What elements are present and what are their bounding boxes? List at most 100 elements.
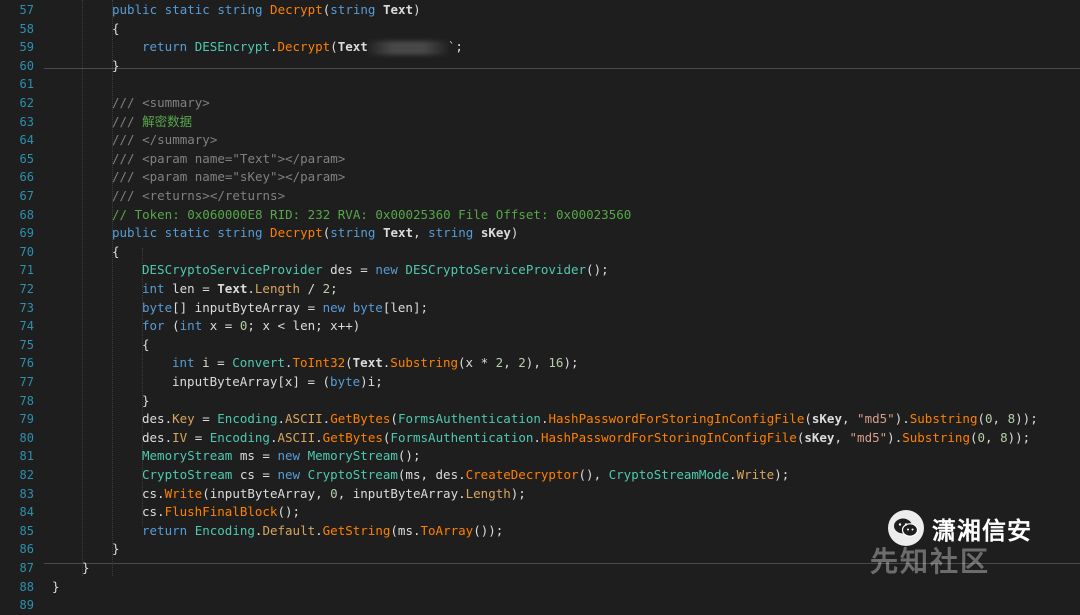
code-token: = xyxy=(187,429,210,445)
code-line[interactable]: 76 int i = Convert.ToInt32(Text.Substring… xyxy=(0,354,1080,373)
code-token: GetBytes xyxy=(322,429,383,445)
code-token: HashPasswordForStoringInConfigFile xyxy=(540,429,797,445)
code-token: ); xyxy=(510,485,526,501)
code-token: . xyxy=(269,429,278,445)
code-line[interactable]: 83 cs.Write(inputByteArray, 0, inputByteA… xyxy=(0,485,1080,504)
code-token: Text xyxy=(382,2,414,17)
code-token: Decrypt xyxy=(270,225,323,241)
code-line[interactable]: 61 xyxy=(0,75,1080,94)
code-token: return xyxy=(142,522,195,538)
code-token: ; xyxy=(330,281,338,296)
code-text: /// <summary> xyxy=(112,94,210,113)
code-token: inputByteArray[x] = ( xyxy=(172,374,331,389)
code-line[interactable]: 60} xyxy=(0,57,1080,76)
code-token: (x * xyxy=(458,355,496,371)
code-token: ()); xyxy=(473,522,504,538)
code-token: = xyxy=(194,411,218,427)
line-number: 73 xyxy=(19,300,34,315)
code-line[interactable]: 89 xyxy=(0,596,1080,615)
code-line[interactable]: 66 /// <param name="sKey"></param> xyxy=(0,168,1080,187)
code-token: Text xyxy=(352,355,383,371)
code-text: cs.FlushFinalBlock(); xyxy=(142,503,300,522)
code-token: DESEncrypt xyxy=(194,39,270,55)
code-line[interactable]: 64 /// </summary> xyxy=(0,131,1080,150)
code-token: } xyxy=(112,57,120,73)
code-token: 2 xyxy=(518,355,526,371)
code-token: /// <returns></returns> xyxy=(112,188,286,203)
code-token: Encoding xyxy=(217,411,278,427)
code-token: ). xyxy=(887,429,903,445)
code-token: IV xyxy=(172,429,188,445)
code-token: // Token: 0x060000E8 RID: 232 RVA: 0x000… xyxy=(112,206,632,222)
code-token: int xyxy=(142,281,165,296)
code-token: Substring xyxy=(909,411,978,427)
code-line[interactable]: 59 return DESEncrypt.Decrypt(Text `; xyxy=(0,38,1080,57)
code-token: ToArray xyxy=(420,522,474,538)
code-token: ToInt32 xyxy=(292,355,346,371)
code-token: Decrypt xyxy=(270,2,323,17)
code-token: new byte xyxy=(322,299,383,315)
code-token: ); xyxy=(563,355,579,371)
code-line[interactable]: 65 /// <param name="Text"></param> xyxy=(0,150,1080,169)
code-editor[interactable]: 57 public static string Decrypt(string Te… xyxy=(0,0,1080,612)
code-token: DESCryptoServiceProvider xyxy=(405,262,587,278)
line-number: 77 xyxy=(19,375,34,389)
code-token: ( xyxy=(977,411,986,427)
code-token: . xyxy=(277,411,286,427)
code-token: , xyxy=(503,355,519,371)
code-line[interactable]: 78} xyxy=(0,392,1080,411)
code-text: des.Key = Encoding.ASCII.GetBytes(FormsA… xyxy=(142,410,1038,429)
code-line[interactable]: 71 DESCryptoServiceProvider des = new DES… xyxy=(0,261,1080,280)
code-token: 8 xyxy=(1007,411,1016,427)
code-token: / xyxy=(300,281,323,296)
code-text: { xyxy=(142,336,150,355)
code-token: ( xyxy=(172,318,180,334)
code-line[interactable]: 72 int len = Text.Length / 2; xyxy=(0,280,1080,299)
code-line[interactable]: 63 /// 解密数据 xyxy=(0,113,1080,132)
code-token: CryptoStreamMode xyxy=(608,467,730,482)
code-token: public static string xyxy=(112,225,271,241)
code-line[interactable]: 57 public static string Decrypt(string Te… xyxy=(0,1,1080,20)
code-line[interactable]: 62 /// <summary> xyxy=(0,94,1080,113)
code-token: Text xyxy=(217,281,248,296)
line-number: 82 xyxy=(19,468,34,482)
code-line[interactable]: 77 inputByteArray[x] = (byte)i; xyxy=(0,373,1080,392)
code-text: DESCryptoServiceProvider des = new DESCr… xyxy=(142,261,609,280)
code-token: Key xyxy=(172,411,195,427)
code-line[interactable]: 68 // Token: 0x060000E8 RID: 232 RVA: 0x0… xyxy=(0,206,1080,225)
code-line[interactable]: 74 for (int x = 0; x < len; x++) xyxy=(0,317,1080,336)
code-token: Length xyxy=(465,485,511,501)
code-line[interactable]: 88} xyxy=(0,578,1080,597)
code-token: [len]; xyxy=(382,299,428,315)
code-token: ) xyxy=(510,225,519,241)
code-token: (), xyxy=(578,467,609,482)
line-number: 64 xyxy=(19,133,34,148)
code-line[interactable]: 69 public static string Decrypt(string Te… xyxy=(0,224,1080,243)
code-token: } xyxy=(112,541,120,557)
code-line[interactable]: 82 CryptoStream cs = new CryptoStream(ms,… xyxy=(0,466,1080,485)
code-token: ( xyxy=(330,39,338,55)
code-token: ) xyxy=(413,2,421,17)
code-line[interactable]: 81 MemoryStream ms = new MemoryStream(); xyxy=(0,447,1080,466)
code-token: /// <summary> xyxy=(112,95,210,110)
code-token: cs = xyxy=(232,467,278,482)
code-token: Text xyxy=(382,225,414,241)
code-line[interactable]: 70 { xyxy=(0,243,1080,262)
line-number: 89 xyxy=(19,598,34,613)
code-text: } xyxy=(82,559,90,578)
code-token: (); xyxy=(397,448,421,464)
code-token: Decrypt xyxy=(277,39,331,55)
watermark-overlay: 先知社区 xyxy=(870,545,991,578)
code-line[interactable]: 58 { xyxy=(0,20,1080,39)
code-token: FormsAuthentication xyxy=(390,429,534,445)
code-line[interactable]: 80 des.IV = Encoding.ASCII.GetBytes(Forms… xyxy=(0,429,1080,448)
code-text: } xyxy=(52,578,60,597)
code-line[interactable]: 75 { xyxy=(0,336,1080,355)
code-text: CryptoStream cs = new CryptoStream(ms, d… xyxy=(142,466,789,485)
code-token: "md5" xyxy=(857,411,895,427)
code-text: byte[] inputByteArray = new byte[len]; xyxy=(142,299,428,318)
code-line[interactable]: 79 des.Key = Encoding.ASCII.GetBytes(Form… xyxy=(0,410,1080,429)
code-line[interactable]: 67 /// <returns></returns> xyxy=(0,187,1080,206)
code-text: } xyxy=(112,57,120,76)
code-line[interactable]: 73 byte[] inputByteArray = new byte[len]; xyxy=(0,299,1080,318)
